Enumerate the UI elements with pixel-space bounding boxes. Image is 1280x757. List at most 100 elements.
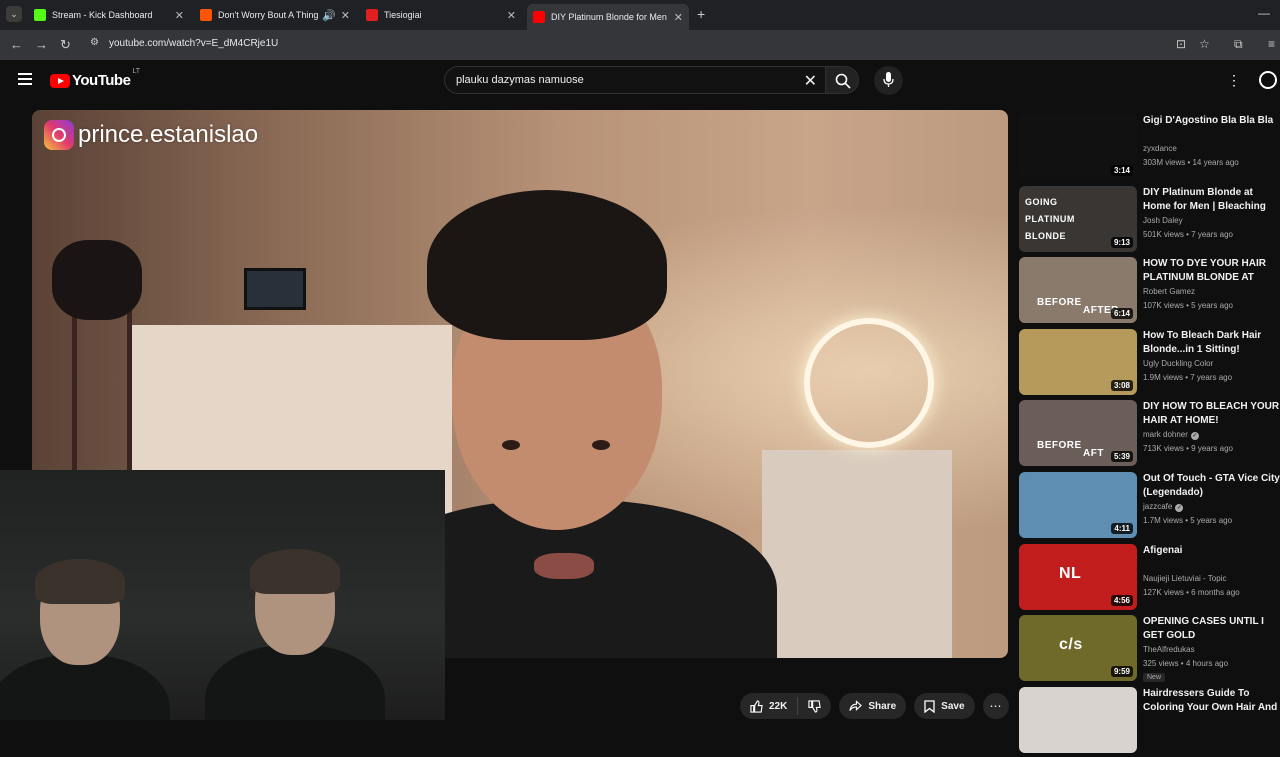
minimize-icon[interactable]: — — [1258, 6, 1270, 20]
more-options-icon[interactable]: ⋮ — [1227, 72, 1241, 89]
url-bar[interactable]: ⚙ youtube.com/watch?v=E_dM4CRje1U — [84, 34, 1224, 56]
recommendation-thumbnail[interactable]: c/s 9:59 — [1019, 615, 1137, 681]
recommendation-thumbnail[interactable]: NL 4:56 — [1019, 544, 1137, 610]
browser-tab-kick[interactable]: Stream - Kick Dashboard ✕ — [28, 4, 190, 26]
search-button[interactable] — [825, 66, 859, 94]
browser-tab-tiesiogiai[interactable]: Tiesiogiai ✕ — [360, 4, 522, 26]
recommendation-channel[interactable]: TheAlfredukas — [1143, 645, 1195, 654]
recommendation-thumbnail[interactable]: BEFORE AFTER 6:14 — [1019, 257, 1137, 323]
recommendation-thumbnail[interactable]: GOING PLATINUM BLONDE 9:13 — [1019, 186, 1137, 252]
recommendation-thumbnail[interactable]: 3:14 — [1019, 114, 1137, 180]
recommendation-item[interactable]: c/s 9:59 OPENING CASES UNTIL I GET GOLD The… — [1019, 615, 1280, 685]
logo-text: YouTube — [72, 72, 131, 89]
recommendation-channel[interactable]: mark dohner ✓ — [1143, 430, 1199, 440]
webcam-person-hair — [250, 549, 340, 594]
verified-check-icon: ✓ — [1190, 432, 1199, 440]
video-duration: 3:08 — [1110, 380, 1133, 391]
instagram-handle: prince.estanislao — [78, 121, 259, 148]
channel-name[interactable]: mark dohner — [1143, 430, 1188, 439]
channel-name[interactable]: Ugly Duckling Color — [1143, 359, 1213, 368]
share-label: Share — [868, 700, 897, 712]
recommendation-title[interactable]: Out Of Touch - GTA Vice City (Legendado) — [1143, 472, 1280, 500]
dislike-button[interactable] — [798, 697, 831, 715]
site-info-icon[interactable]: ⚙ — [90, 37, 99, 48]
recommendation-title[interactable]: How To Bleach Dark Hair Blonde...in 1 Si… — [1143, 329, 1280, 357]
recommendation-thumbnail[interactable]: 4:11 — [1019, 472, 1137, 538]
extensions-icon[interactable]: ⧉ — [1234, 37, 1243, 52]
presenter-eye — [592, 440, 610, 450]
recommendation-channel[interactable]: Josh Daley — [1143, 216, 1183, 225]
recommendation-item[interactable]: NL 4:56 Afigenai Naujieji Lietuviai - Topic… — [1019, 544, 1280, 614]
channel-name[interactable]: Naujieji Lietuviai - Topic — [1143, 574, 1226, 583]
recommendation-item[interactable]: 3:08 How To Bleach Dark Hair Blonde...in … — [1019, 329, 1280, 399]
close-tab-icon[interactable]: ✕ — [175, 9, 184, 22]
bookmark-star-icon[interactable]: ☆ — [1199, 37, 1210, 51]
close-tab-icon[interactable]: ✕ — [507, 9, 516, 22]
tab-title: Stream - Kick Dashboard — [52, 10, 153, 20]
recommendation-title[interactable]: OPENING CASES UNTIL I GET GOLD — [1143, 615, 1280, 643]
recommendation-item[interactable]: BEFORE AFT 5:39 DIY HOW TO BLEACH YOUR HAIR… — [1019, 400, 1280, 470]
share-arrow-icon — [849, 700, 863, 711]
menu-icon[interactable] — [18, 73, 32, 88]
channel-name[interactable]: Josh Daley — [1143, 216, 1183, 225]
browser-tab-youtube[interactable]: DIY Platinum Blonde for Men | ✕ — [527, 4, 689, 30]
recommendation-channel[interactable]: zyxdance — [1143, 144, 1177, 153]
channel-name[interactable]: jazzcafe — [1143, 502, 1172, 511]
tab-search-icon[interactable]: ⌄ — [6, 6, 22, 22]
video-monitor — [244, 268, 306, 310]
recommendation-thumbnail[interactable] — [1019, 687, 1137, 753]
youtube-play-icon — [50, 73, 70, 88]
recommendation-item[interactable]: 3:14 Gigi D'Agostino Bla Bla Bla zyxdance 3… — [1019, 114, 1280, 184]
recommendation-channel[interactable]: Ugly Duckling Color — [1143, 359, 1213, 368]
recommendation-title[interactable]: Gigi D'Agostino Bla Bla Bla — [1143, 114, 1280, 128]
recommendation-thumbnail[interactable]: BEFORE AFT 5:39 — [1019, 400, 1137, 466]
webcam-person-body — [205, 645, 385, 720]
recommendation-title[interactable]: HOW TO DYE YOUR HAIR PLATINUM BLONDE AT … — [1143, 257, 1280, 285]
presenter-mouth — [534, 553, 594, 579]
recommendation-channel[interactable]: jazzcafe ✓ — [1143, 502, 1184, 512]
recommendation-title[interactable]: Hairdressers Guide To Coloring Your Own … — [1143, 687, 1280, 715]
recommendation-title[interactable]: DIY Platinum Blonde at Home for Men | Bl… — [1143, 186, 1280, 214]
recommendation-item[interactable]: BEFORE AFTER 6:14 HOW TO DYE YOUR HAIR PLAT… — [1019, 257, 1280, 327]
like-button[interactable]: 22K — [740, 697, 799, 715]
recommendation-channel[interactable]: Naujieji Lietuviai - Topic — [1143, 574, 1226, 583]
speaker-icon[interactable]: 🔊 — [322, 9, 336, 22]
like-dislike-group: 22K — [740, 693, 832, 719]
voice-search-button[interactable] — [874, 66, 903, 95]
channel-name[interactable]: Robert Gamez — [1143, 287, 1195, 296]
close-tab-icon[interactable]: ✕ — [674, 11, 683, 24]
browser-tab-music[interactable]: Don't Worry Bout A Thing 🔊 ✕ — [194, 4, 356, 26]
search-input[interactable]: plauku dazymas namuose ✕ — [444, 66, 825, 94]
reload-icon[interactable]: ↻ — [60, 37, 71, 53]
channel-name[interactable]: TheAlfredukas — [1143, 645, 1195, 654]
video-duration: 5:39 — [1110, 451, 1133, 462]
recommendation-views-age: 127K views • 6 months ago — [1143, 588, 1240, 597]
presenter-eye — [502, 440, 520, 450]
recommendation-title[interactable]: Afigenai — [1143, 544, 1280, 558]
channel-name[interactable]: zyxdance — [1143, 144, 1177, 153]
recommendation-item[interactable]: GOING PLATINUM BLONDE 9:13 DIY Platinum Blon… — [1019, 186, 1280, 256]
back-icon[interactable]: ← — [10, 37, 23, 52]
more-horizontal-icon: ⋯ — [989, 699, 1002, 713]
thumbnail-text: AFT — [1083, 448, 1104, 459]
search-query[interactable]: plauku dazymas namuose — [456, 74, 584, 86]
recommendation-channel[interactable]: Robert Gamez — [1143, 287, 1195, 296]
install-app-icon[interactable]: ⊡ — [1176, 37, 1186, 51]
recommendation-item[interactable]: 4:11 Out Of Touch - GTA Vice City (Legend… — [1019, 472, 1280, 542]
recommendation-views-age: 713K views • 9 years ago — [1143, 444, 1233, 453]
recommendation-item[interactable]: Hairdressers Guide To Coloring Your Own … — [1019, 687, 1280, 757]
url-text[interactable]: youtube.com/watch?v=E_dM4CRje1U — [109, 38, 278, 49]
forward-icon[interactable]: → — [35, 37, 48, 52]
more-actions-button[interactable]: ⋯ — [982, 693, 1009, 719]
account-avatar-icon[interactable] — [1259, 71, 1277, 89]
thumbs-down-icon — [808, 699, 822, 713]
close-tab-icon[interactable]: ✕ — [341, 9, 350, 22]
recommendation-title[interactable]: DIY HOW TO BLEACH YOUR HAIR AT HOME! — [1143, 400, 1280, 428]
share-button[interactable]: Share — [839, 693, 907, 719]
new-tab-icon[interactable]: + — [697, 6, 705, 22]
sidebar-menu-icon[interactable]: ≡ — [1268, 37, 1275, 51]
recommendation-thumbnail[interactable]: 3:08 — [1019, 329, 1137, 395]
youtube-logo[interactable]: YouTube LT — [50, 68, 140, 89]
save-button[interactable]: Save — [914, 693, 975, 719]
clear-search-icon[interactable]: ✕ — [804, 71, 817, 91]
